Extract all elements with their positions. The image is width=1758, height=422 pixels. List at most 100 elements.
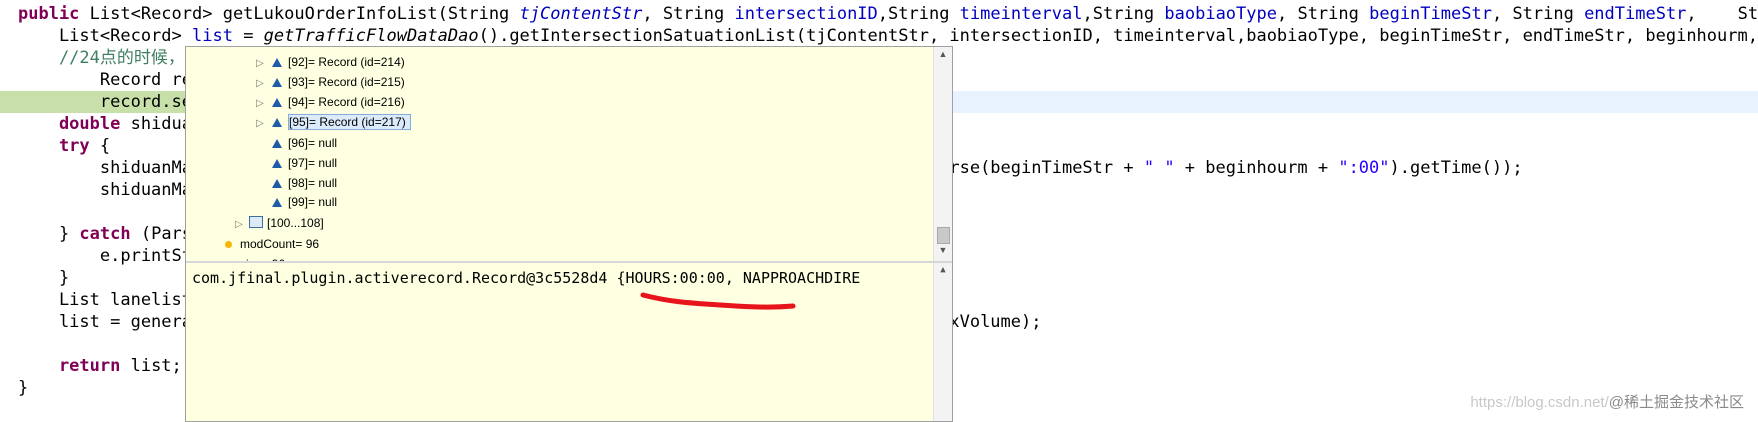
tree-row-label: [95]= Record (id=217) [288, 114, 411, 130]
code-token: record.se [18, 92, 192, 112]
variable-tree[interactable]: ▷ [92]= Record (id=214) ▷ [93]= Record (id=… [186, 47, 932, 261]
code-line-text: return list; [18, 356, 182, 376]
record-icon [272, 58, 282, 67]
tree-row-label: [99]= null [288, 195, 338, 209]
scroll-down-icon[interactable]: ▼ [934, 245, 952, 259]
expand-arrow-icon[interactable]: ▷ [256, 114, 268, 133]
tree-row[interactable]: [96]= null [256, 134, 337, 153]
tree-row[interactable]: ▷ [95]= Record (id=217) [256, 113, 411, 132]
code-token: tjContentStr [519, 4, 643, 24]
code-token: { [99, 136, 111, 156]
code-token: Record re [18, 70, 192, 90]
code-token: getTrafficFlowDataDao [263, 26, 479, 46]
code-token: ,String [1082, 4, 1165, 24]
tree-row[interactable]: [99]= null [256, 193, 337, 212]
code-line-text: List lanelist [18, 290, 192, 310]
code-token: , String [1491, 4, 1585, 24]
code-line[interactable]: public List<Record> getLukouOrderInfoLis… [0, 3, 1758, 25]
code-line[interactable]: List<Record> list = getTrafficFlowDataDa… [0, 25, 1758, 47]
code-line-text: try { [18, 136, 110, 156]
watermark: https://blog.csdn.net/@稀土掘金技术社区 [1470, 391, 1744, 412]
expand-arrow-icon[interactable]: ▷ [256, 74, 268, 93]
code-token: timeinterval [959, 4, 1083, 24]
watermark-strong: @稀土掘金技术社区 [1608, 394, 1744, 411]
code-token: , String [1276, 4, 1370, 24]
code-line-text: } [18, 268, 69, 288]
code-line-text: } [18, 378, 28, 398]
expand-arrow-icon[interactable]: ▷ [256, 54, 268, 73]
code-line-text: List<Record> list = getTrafficFlowDataDa… [18, 26, 1758, 46]
code-token: ":00" [1338, 158, 1390, 178]
debug-inspector-popup[interactable]: ▷ [92]= Record (id=214) ▷ [93]= Record (id=… [185, 46, 953, 422]
code-token: " " [1143, 158, 1175, 178]
tree-row[interactable]: ▷ [93]= Record (id=215) [256, 73, 405, 92]
tree-row-label: [93]= Record (id=215) [288, 75, 405, 89]
code-token: //24点的时候，原 [18, 48, 202, 68]
tree-row[interactable]: ▷ [94]= Record (id=216) [256, 93, 405, 112]
code-line-text: } catch (Pars [18, 224, 192, 244]
code-token: } [18, 224, 80, 244]
scroll-thumb[interactable] [937, 227, 950, 244]
record-icon [272, 159, 282, 168]
code-line-text: record.se [18, 92, 192, 112]
record-icon [272, 98, 282, 107]
tree-row[interactable]: ▷ [100...108] [235, 214, 324, 233]
tree-row-label: [100...108] [267, 216, 324, 230]
code-line-text: Record re [18, 70, 192, 90]
code-line-text: shiduanMa [18, 180, 192, 200]
tree-row-label: [98]= null [288, 176, 338, 190]
code-token: e.printSt [18, 246, 192, 266]
code-token: try [18, 136, 100, 156]
code-line-text: public List<Record> getLukouOrderInfoLis… [18, 4, 1758, 24]
tree-row-label: [92]= Record (id=214) [288, 55, 405, 69]
code-token: baobiaoType [1164, 4, 1277, 24]
record-icon [272, 78, 282, 87]
field-icon [225, 241, 232, 248]
detail-scrollbar[interactable]: ▲ [933, 263, 952, 421]
expand-arrow-icon[interactable]: ▷ [235, 215, 247, 234]
tree-scrollbar[interactable]: ▲ ▼ [933, 47, 952, 261]
code-token: public [18, 4, 90, 24]
code-token: ().getIntersectionSatuationList(tjConten… [478, 26, 1758, 46]
scroll-up-icon[interactable]: ▲ [934, 265, 952, 275]
tree-row[interactable]: ▷ [92]= Record (id=214) [256, 53, 405, 72]
detail-pane[interactable]: com.jfinal.plugin.activerecord.Record@3c… [186, 263, 952, 421]
scroll-up-icon[interactable]: ▲ [934, 49, 952, 63]
code-token: List<Record> [18, 26, 192, 46]
detail-value-text: com.jfinal.plugin.activerecord.Record@3c… [192, 269, 861, 287]
tree-row-label: [94]= Record (id=216) [288, 95, 405, 109]
record-icon [272, 118, 282, 127]
code-token: ,String [877, 4, 960, 24]
tree-row[interactable]: modCount= 96 [219, 235, 319, 254]
code-token: shidua [130, 114, 193, 134]
code-token: shiduanMa [18, 180, 192, 200]
tree-row[interactable]: [97]= null [256, 154, 337, 173]
array-range-icon [249, 216, 263, 228]
code-token: list [192, 26, 233, 46]
code-line-text: double shidua [18, 114, 192, 134]
code-token: List lanelist [18, 290, 192, 310]
code-token: beginTimeStr [1369, 4, 1492, 24]
tree-row-label: modCount= 96 [240, 237, 320, 251]
code-line-text: //24点的时候，原 [18, 48, 202, 68]
record-icon [272, 139, 282, 148]
record-icon [272, 198, 282, 207]
code-token: double [18, 114, 131, 134]
code-token: , String [1686, 4, 1758, 24]
tree-row[interactable]: [98]= null [256, 174, 337, 193]
code-token: } [18, 378, 29, 398]
tree-row-label: [96]= null [288, 136, 338, 150]
code-token: return [18, 356, 131, 376]
tree-row-label: [97]= null [288, 156, 338, 170]
record-icon [272, 179, 282, 188]
code-token: , String [642, 4, 735, 24]
code-token: + beginhourm + [1174, 158, 1339, 178]
expand-arrow-icon[interactable]: ▷ [256, 94, 268, 113]
code-token: List<Record> getLukouOrderInfoList(Strin… [89, 4, 520, 24]
code-token: ).getTime()); [1389, 158, 1523, 178]
code-token: list; [130, 356, 182, 376]
code-token: endTimeStr [1584, 4, 1687, 24]
code-token: intersectionID [734, 4, 878, 24]
code-token: } [18, 268, 70, 288]
code-token: = [232, 26, 264, 46]
